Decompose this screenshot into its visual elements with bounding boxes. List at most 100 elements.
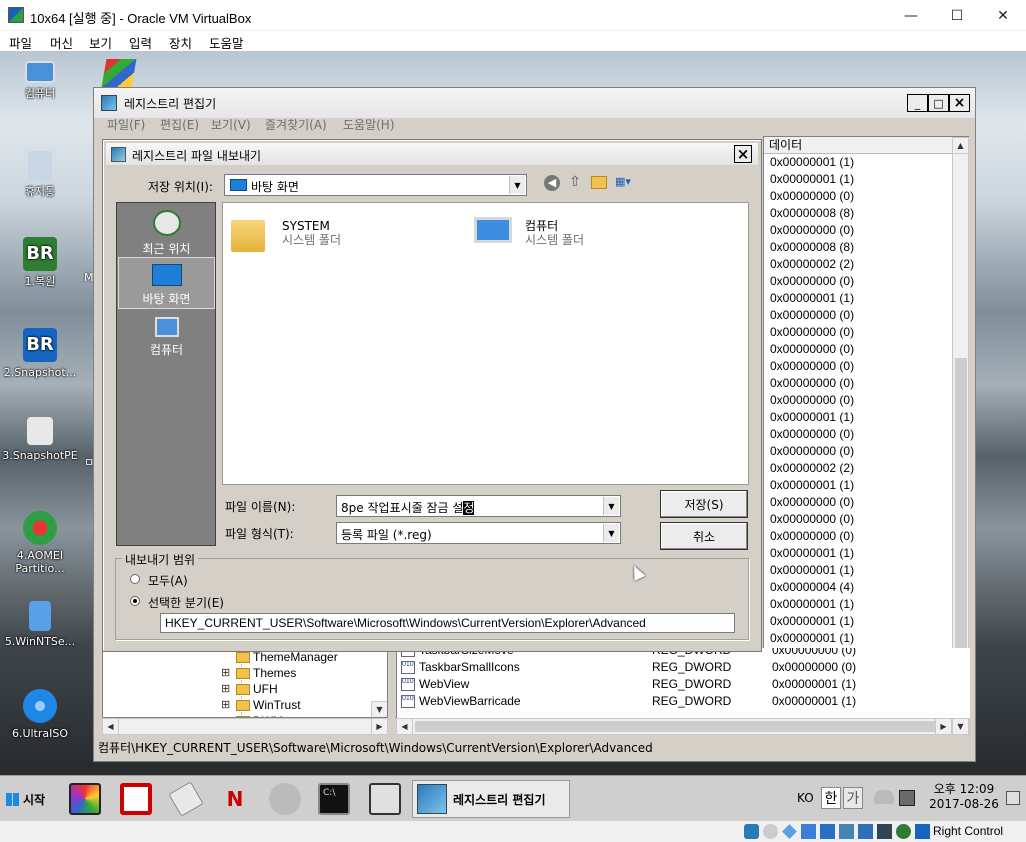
scrollbar-thumb[interactable] bbox=[955, 358, 967, 698]
filetype-select[interactable]: 등록 파일 (*.reg) ▼ bbox=[336, 522, 621, 544]
hdd-icon[interactable] bbox=[744, 824, 759, 839]
chevron-down-icon[interactable]: ▼ bbox=[509, 176, 525, 194]
start-button[interactable]: 시작 bbox=[2, 782, 52, 816]
view-menu-icon[interactable]: ▦▾ bbox=[615, 175, 637, 190]
filename-input[interactable]: 8pe 작업표시줄 잠금 설정 ▼ bbox=[336, 495, 621, 517]
scroll-up-arrow-icon[interactable]: ▲ bbox=[952, 137, 969, 154]
chevron-down-icon[interactable]: ▼ bbox=[603, 497, 619, 515]
ime-han-button[interactable]: 한 bbox=[821, 787, 841, 809]
host-maximize-button[interactable]: ☐ bbox=[934, 0, 980, 31]
data-value-row[interactable]: 0x00000001 (1) bbox=[770, 613, 950, 630]
data-value-row[interactable]: 0x00000001 (1) bbox=[770, 171, 950, 188]
data-value-row[interactable]: 0x00000001 (1) bbox=[770, 596, 950, 613]
data-value-row[interactable]: 0x00000000 (0) bbox=[770, 273, 950, 290]
data-value-row[interactable]: 0x00000000 (0) bbox=[770, 358, 950, 375]
desktop-icon-restore[interactable]: BR 1.복원 bbox=[1, 237, 79, 288]
tree-item[interactable]: ⊞ UFH bbox=[221, 681, 381, 697]
data-value-row[interactable]: 0x00000001 (1) bbox=[770, 630, 950, 647]
host-menu-input[interactable]: 입력 bbox=[129, 33, 152, 52]
tree-scroll-down-arrow-icon[interactable]: ▼ bbox=[371, 701, 387, 717]
data-value-row[interactable]: 0x00000002 (2) bbox=[770, 256, 950, 273]
ime-ga-button[interactable]: 가 bbox=[843, 787, 863, 809]
cancel-button[interactable]: 취소 bbox=[660, 522, 748, 550]
desktop-icon-aomei[interactable]: 4.AOMEI Partitio... bbox=[1, 511, 79, 575]
display-icon[interactable] bbox=[820, 824, 835, 839]
file-item-computer[interactable] bbox=[474, 215, 520, 255]
regedit-menu-view[interactable]: 보기(V) bbox=[211, 116, 251, 133]
up-folder-icon[interactable]: ⇧ bbox=[567, 174, 583, 190]
data-value-row[interactable]: 0x00000000 (0) bbox=[770, 324, 950, 341]
file-item-system[interactable] bbox=[231, 215, 271, 255]
data-value-row[interactable]: 0x00000000 (0) bbox=[770, 511, 950, 528]
tree-expander-icon[interactable]: ⊞ bbox=[221, 681, 233, 697]
save-in-dropdown[interactable]: 바탕 화면 ▼ bbox=[224, 174, 527, 196]
windows-logo-icon[interactable] bbox=[101, 59, 137, 87]
tree-item[interactable]: ⊞ WinTrust bbox=[221, 697, 381, 713]
regedit-menu-edit[interactable]: 편집(E) bbox=[160, 116, 199, 133]
desktop-icon-snapshotpe[interactable]: 3.SnapshotPE bbox=[1, 417, 79, 462]
shared-folder-icon[interactable] bbox=[801, 824, 816, 839]
network-tool-icon[interactable] bbox=[269, 783, 301, 815]
data-value-row[interactable]: 0x00000001 (1) bbox=[770, 154, 950, 171]
regedit-menu-file[interactable]: 파일(F) bbox=[107, 116, 145, 133]
command-prompt-icon[interactable]: C:\ bbox=[318, 783, 350, 815]
taskbar-active-regedit[interactable]: 레지스트리 편집기 bbox=[412, 780, 570, 818]
network-icon[interactable] bbox=[839, 824, 854, 839]
host-close-button[interactable]: ✕ bbox=[980, 0, 1026, 31]
language-indicator[interactable]: KO bbox=[797, 791, 814, 805]
tray-clock[interactable]: 오후 12:09 2017-08-26 bbox=[926, 782, 1002, 812]
data-value-row[interactable]: 0x00000000 (0) bbox=[770, 375, 950, 392]
scroll-down-arrow-icon[interactable]: ▼ bbox=[952, 718, 969, 735]
value-row[interactable]: 010 WebView REG_DWORD 0x00000001 (1) bbox=[401, 676, 961, 693]
scroll-left-arrow-icon[interactable]: ◀ bbox=[396, 718, 413, 735]
chip-icon[interactable] bbox=[120, 783, 152, 815]
chevron-down-icon[interactable]: ▼ bbox=[603, 524, 619, 542]
save-button[interactable]: 저장(S) bbox=[660, 490, 748, 518]
desktop-icon-ultraiso[interactable]: 6.UltraISO bbox=[1, 689, 79, 740]
desktop-icon-recycle-bin[interactable]: 휴지통 bbox=[1, 151, 79, 198]
host-menu-help[interactable]: 도움말 bbox=[209, 33, 244, 52]
optical-drive-icon[interactable] bbox=[763, 824, 778, 839]
show-desktop-icon[interactable] bbox=[1006, 791, 1020, 805]
host-minimize-button[interactable]: — bbox=[888, 0, 934, 31]
cpu-icon[interactable] bbox=[877, 824, 892, 839]
dialog-close-button[interactable]: × bbox=[734, 145, 752, 163]
host-menu-devices[interactable]: 장치 bbox=[169, 33, 192, 52]
scroll-right-arrow-icon[interactable]: ▶ bbox=[935, 718, 952, 735]
value-row[interactable]: 010 WebViewBarricade REG_DWORD 0x00000001 (… bbox=[401, 693, 961, 710]
mouse-integration-icon[interactable] bbox=[896, 824, 911, 839]
values-horizontal-scrollbar[interactable]: ◀ ▶ ▼ bbox=[396, 718, 970, 735]
data-value-row[interactable]: 0x00000000 (0) bbox=[770, 341, 950, 358]
regedit-menu-help[interactable]: 도움말(H) bbox=[343, 116, 395, 133]
radio-all-label[interactable]: 모두(A) bbox=[148, 572, 188, 589]
scroll-left-arrow-icon[interactable]: ◀ bbox=[102, 718, 119, 735]
data-vertical-scrollbar[interactable]: ▲ bbox=[952, 137, 969, 703]
value-row[interactable]: 010 TaskbarSmallIcons REG_DWORD 0x00000000 … bbox=[401, 659, 961, 676]
data-value-row[interactable]: 0x00000001 (1) bbox=[770, 545, 950, 562]
place-computer[interactable]: 컴퓨터 bbox=[118, 313, 215, 365]
drive-icon[interactable] bbox=[168, 781, 204, 817]
tree-expander-icon[interactable]: ⊞ bbox=[221, 697, 233, 713]
data-value-row[interactable]: 0x00000001 (1) bbox=[770, 562, 950, 579]
data-value-row[interactable]: 0x00000000 (0) bbox=[770, 222, 950, 239]
data-value-row[interactable]: 0x00000000 (0) bbox=[770, 443, 950, 460]
data-value-row[interactable]: 0x00000000 (0) bbox=[770, 528, 950, 545]
tree-expander-icon[interactable]: ⊞ bbox=[221, 665, 233, 681]
usb-icon[interactable] bbox=[782, 824, 797, 839]
data-value-row[interactable]: 0x00000000 (0) bbox=[770, 494, 950, 511]
new-folder-icon[interactable] bbox=[591, 176, 607, 189]
host-menu-view[interactable]: 보기 bbox=[89, 33, 112, 52]
scrollbar-thumb[interactable] bbox=[415, 721, 935, 732]
regedit-menu-favorites[interactable]: 즐겨찾기(A) bbox=[265, 116, 327, 133]
desktop-icon-snapshot[interactable]: BR 2.Snapshot... bbox=[1, 328, 79, 379]
notepad-plus-icon[interactable]: N bbox=[219, 783, 251, 815]
regedit-maximize-button[interactable]: □ bbox=[928, 94, 949, 112]
radio-all[interactable] bbox=[130, 574, 140, 584]
data-value-row[interactable]: 0x00000008 (8) bbox=[770, 205, 950, 222]
data-value-row[interactable]: 0x00000001 (1) bbox=[770, 290, 950, 307]
data-value-row[interactable]: 0x00000000 (0) bbox=[770, 307, 950, 324]
place-recent[interactable]: 최근 위치 bbox=[118, 204, 215, 256]
data-column-header[interactable]: 데이터 bbox=[764, 137, 952, 154]
tree-item[interactable]: ⊞ Themes bbox=[221, 665, 381, 681]
back-icon[interactable]: ◀ bbox=[544, 175, 560, 191]
